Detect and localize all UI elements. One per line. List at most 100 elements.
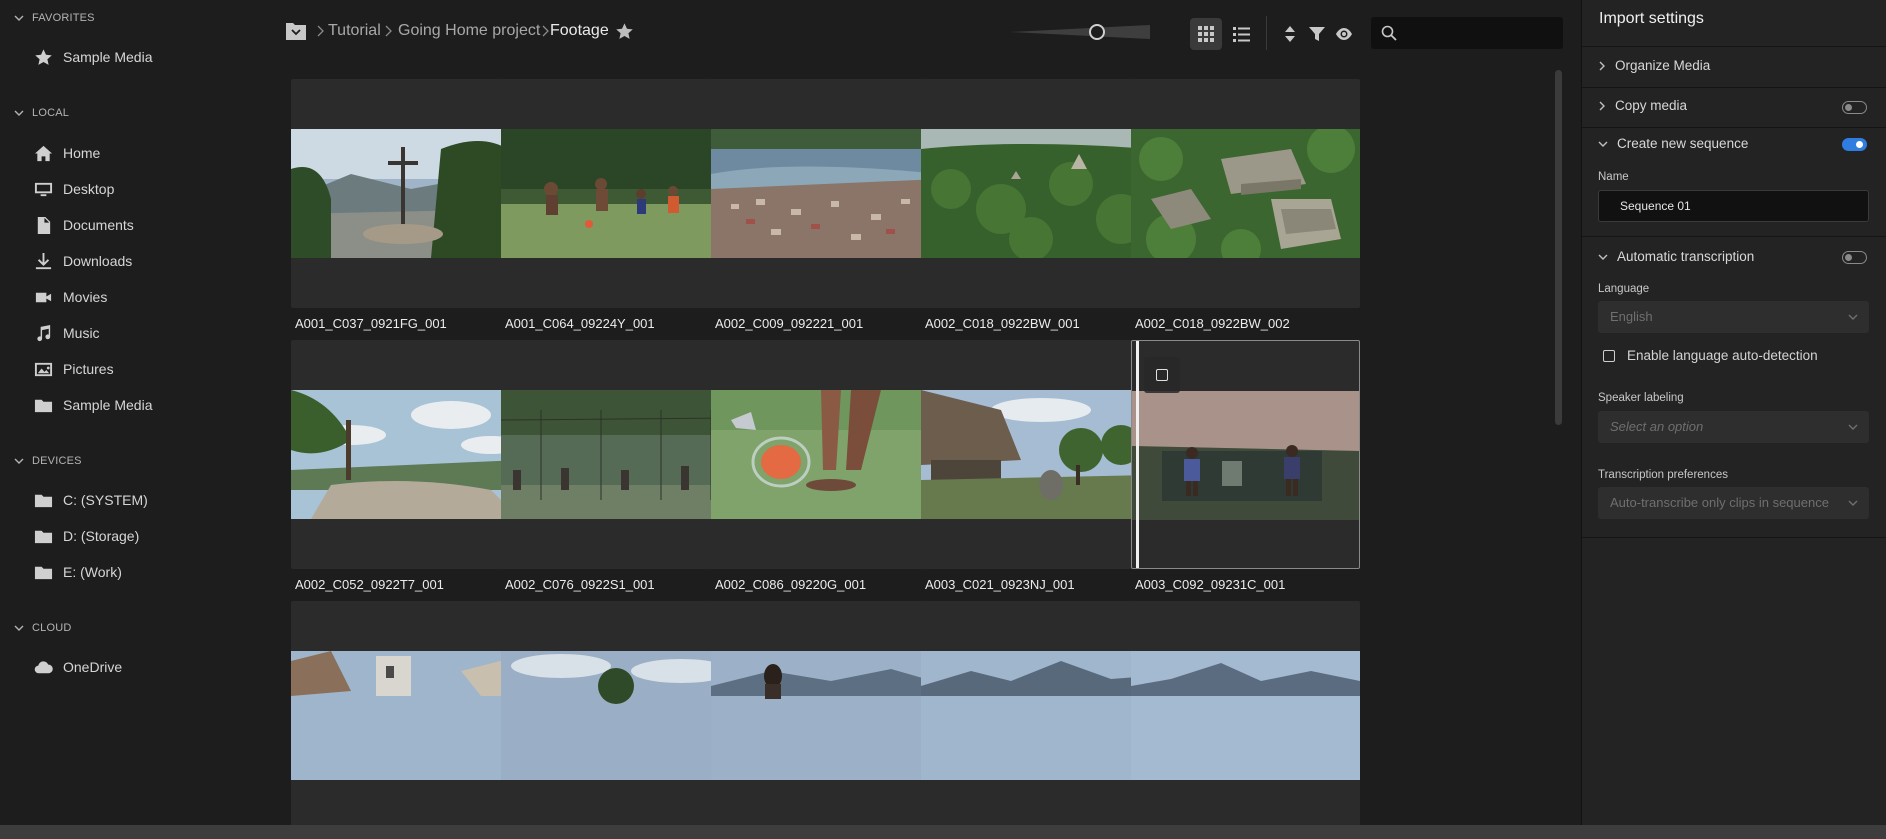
sidebar-item-movies[interactable]: Movies [34,285,107,309]
grid-view-button[interactable] [1190,18,1222,50]
clip-thumbnail[interactable] [1131,340,1360,569]
document-icon [37,216,51,234]
clip-preview-image [921,390,1150,519]
checkbox-label: Enable language auto-detection [1627,348,1818,363]
devices-header[interactable]: DEVICES [14,455,82,467]
clip-card[interactable]: A002_C009_092221_001MP4 - :02 [711,79,940,351]
thumbnail-size-slider[interactable] [1010,24,1152,40]
clip-card[interactable] [291,601,520,825]
language-select[interactable]: English [1598,301,1869,333]
select-checkbox[interactable] [1144,357,1180,393]
transcription-prefs-select[interactable]: Auto-transcribe only clips in sequence [1598,487,1869,519]
scrub-playhead[interactable] [1136,341,1139,568]
horizontal-scrollbar[interactable] [0,825,1886,839]
media-grid: A001_C037_0921FG_001MP4 - :01A001_C064_0… [270,66,1554,825]
clip-thumbnail[interactable] [1131,601,1360,825]
chevron-right-icon [317,25,324,37]
speaker-labeling-select[interactable]: Select an option [1598,411,1869,443]
clip-preview-image [291,129,520,258]
switch-knob [1856,140,1863,148]
clip-thumbnail[interactable] [711,601,940,825]
slider-handle[interactable] [1089,24,1105,40]
checkbox-box[interactable] [1603,349,1615,362]
clip-thumbnail[interactable] [501,601,730,825]
folder-icon [34,530,53,543]
section-label: FAVORITES [32,12,95,24]
sidebar-item-drive-e[interactable]: E: (Work) [34,560,122,584]
section-label: Create new sequence [1617,136,1749,151]
clip-thumbnail[interactable] [291,79,520,308]
clip-card[interactable]: A002_C076_0922S1_001MP4 - :01 [501,340,730,612]
clip-card[interactable]: A001_C037_0921FG_001MP4 - :01 [291,79,520,351]
breadcrumb-going-home-project[interactable]: Going Home project [398,22,540,40]
auto-transcription-expander[interactable]: Automatic transcription [1598,249,1754,264]
sidebar-item-label: Downloads [63,253,133,269]
copy-media-expander[interactable]: Copy media [1598,98,1687,113]
chevron-right-icon [1599,101,1605,110]
create-sequence-switch[interactable] [1842,138,1867,151]
clip-card[interactable]: A002_C052_0922T7_001MP4 - :02 [291,340,520,612]
clip-preview-image [501,390,730,519]
clip-card[interactable]: A003_C092_09231C_001MP4 - :05 [1131,340,1360,612]
clip-card[interactable] [711,601,940,825]
sidebar-item-label: Sample Media [63,49,153,65]
sort-icon [1285,26,1295,42]
list-view-button[interactable] [1225,18,1257,50]
search-box[interactable] [1371,17,1563,49]
clip-thumbnail[interactable] [711,79,940,308]
chevron-right-icon [385,25,392,37]
copy-media-switch[interactable] [1842,101,1867,114]
cloud-header[interactable]: CLOUD [14,622,72,634]
clip-thumbnail[interactable] [711,340,940,569]
clip-thumbnail[interactable] [1131,79,1360,308]
folder-menu-icon[interactable] [285,21,307,41]
sidebar-item-home[interactable]: Home [34,141,100,165]
create-sequence-expander[interactable]: Create new sequence [1598,136,1748,151]
clip-card[interactable]: A002_C018_0922BW_001MP4 - :07 [921,79,1150,351]
organize-media-toggle[interactable]: Organize Media [1598,58,1710,73]
vertical-scrollbar[interactable] [1555,70,1562,425]
sidebar-item-downloads[interactable]: Downloads [34,249,132,273]
favorites-header[interactable]: FAVORITES [14,12,95,24]
auto-transcription-switch[interactable] [1842,251,1867,264]
sequence-name-input[interactable]: Sequence 01 [1598,190,1869,222]
sidebar-item-label: Desktop [63,181,115,197]
clip-thumbnail[interactable] [501,79,730,308]
breadcrumb-tutorial[interactable]: Tutorial [328,22,381,40]
sidebar-item-drive-d[interactable]: D: (Storage) [34,524,139,548]
clip-card[interactable] [921,601,1150,825]
section-label: CLOUD [32,622,72,634]
organize-media-row[interactable]: Organize Media [1582,47,1886,88]
sidebar-item-label: Home [63,145,101,161]
sidebar-item-music[interactable]: Music [34,321,100,345]
clip-thumbnail[interactable] [921,79,1150,308]
sidebar-item-sample-media-favorite[interactable]: Sample Media [34,45,153,69]
chevron-down-icon [14,625,24,631]
sidebar-item-drive-c[interactable]: C: (SYSTEM) [34,488,148,512]
clip-card[interactable] [1131,601,1360,825]
sidebar-item-sample-media[interactable]: Sample Media [34,393,153,417]
clip-thumbnail[interactable] [501,340,730,569]
copy-media-row[interactable]: Copy media [1582,88,1886,128]
visibility-button[interactable] [1328,18,1360,50]
clip-thumbnail[interactable] [291,601,520,825]
grid-icon [1198,26,1214,42]
filter-icon [1309,27,1325,41]
sidebar-item-desktop[interactable]: Desktop [34,177,114,201]
clip-card[interactable]: A002_C086_09220G_001MP4 - :02 [711,340,940,612]
sidebar-item-pictures[interactable]: Pictures [34,357,114,381]
clip-card[interactable]: A001_C064_09224Y_001MP4 - :02 [501,79,730,351]
clip-thumbnail[interactable] [921,601,1150,825]
clip-card[interactable] [501,601,730,825]
local-header[interactable]: LOCAL [14,107,69,119]
star-icon[interactable] [615,22,634,41]
clip-thumbnail[interactable] [921,340,1150,569]
clip-thumbnail[interactable] [291,340,520,569]
clip-card[interactable]: A003_C021_0923NJ_001MP4 - :04 [921,340,1150,612]
clip-preview-image [501,651,730,780]
sidebar-item-documents[interactable]: Documents [34,213,134,237]
clip-card[interactable]: A002_C018_0922BW_002MP4 - :01 [1131,79,1360,351]
search-input[interactable] [1403,21,1553,45]
sidebar-item-onedrive[interactable]: OneDrive [34,655,122,679]
auto-detect-checkbox[interactable]: Enable language auto-detection [1603,348,1818,363]
